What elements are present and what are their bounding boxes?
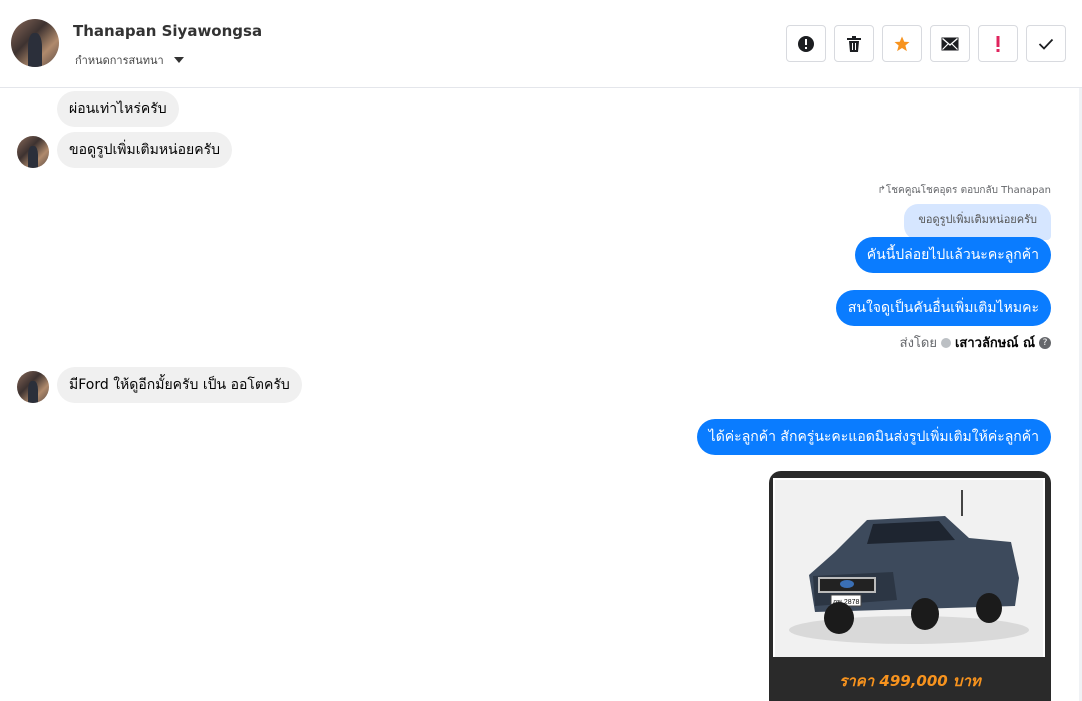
report-button[interactable] — [786, 25, 826, 62]
outgoing-message[interactable]: ได้ค่ะลูกค้า สักครู่นะคะแอดมินส่งรูปเพิ่… — [696, 419, 1051, 455]
contact-name[interactable]: Thanapan Siyawongsa — [73, 22, 262, 40]
car-photo: ฎพ 2878 — [773, 478, 1045, 660]
help-icon[interactable]: ? — [1039, 336, 1051, 349]
incoming-message[interactable]: มีFord ให้ดูอีกมั้ยครับ เป็น ออโตครับ — [57, 367, 302, 403]
action-toolbar — [786, 25, 1066, 62]
exclamation-icon — [996, 35, 1000, 52]
outgoing-message[interactable]: สนใจดูเป็นคันอื่นเพิ่มเติมไหมคะ — [835, 290, 1051, 326]
contact-avatar-small[interactable] — [17, 136, 49, 168]
conversation-settings-label: กำหนดการสนทนา — [75, 54, 164, 67]
price-label: ราคา 499,000 บาท — [769, 657, 1051, 701]
caret-down-icon — [173, 57, 184, 63]
mark-unread-button[interactable] — [930, 25, 970, 62]
delete-button[interactable] — [834, 25, 874, 62]
outgoing-message[interactable]: คันนี้ปล่อยไปแล้วนะคะลูกค้า — [854, 237, 1051, 273]
check-icon — [1038, 38, 1054, 50]
done-button[interactable] — [1026, 25, 1066, 62]
alert-circle-icon — [798, 35, 814, 52]
sent-by-name: เสาวลักษณ์ ณ์ — [954, 336, 1035, 351]
agent-status-icon — [940, 337, 951, 348]
incoming-message[interactable]: ขอดูรูปเพิ่มเติมหน่อยครับ — [57, 132, 233, 168]
envelope-icon — [941, 37, 959, 50]
star-icon — [894, 36, 910, 51]
quoted-message[interactable]: ขอดูรูปเพิ่มเติมหน่อยครับ — [904, 204, 1051, 240]
conversation-settings-dropdown[interactable]: กำหนดการสนทนา — [75, 51, 184, 69]
trash-icon — [847, 35, 861, 52]
sent-by-info: ส่งโดย เสาวลักษณ์ ณ์ ? — [900, 332, 1051, 353]
contact-avatar-small[interactable] — [17, 371, 49, 403]
important-button[interactable] — [978, 25, 1018, 62]
sent-by-label: ส่งโดย — [899, 336, 937, 351]
reply-note: ↱โชคคูณโชคอุดร ตอบกลับ Thanapan — [877, 185, 1051, 196]
conversation-header: Thanapan Siyawongsa กำหนดการสนทนา — [0, 0, 1082, 88]
car-photo-attachment[interactable]: ฎพ 2878 ราคา 499,000 บาท — [769, 471, 1051, 701]
pickup-truck-image: ฎพ 2878 — [775, 480, 1043, 658]
star-button[interactable] — [882, 25, 922, 62]
contact-avatar[interactable] — [11, 19, 59, 67]
incoming-message[interactable]: ผ่อนเท่าไหร่ครับ — [57, 91, 179, 127]
